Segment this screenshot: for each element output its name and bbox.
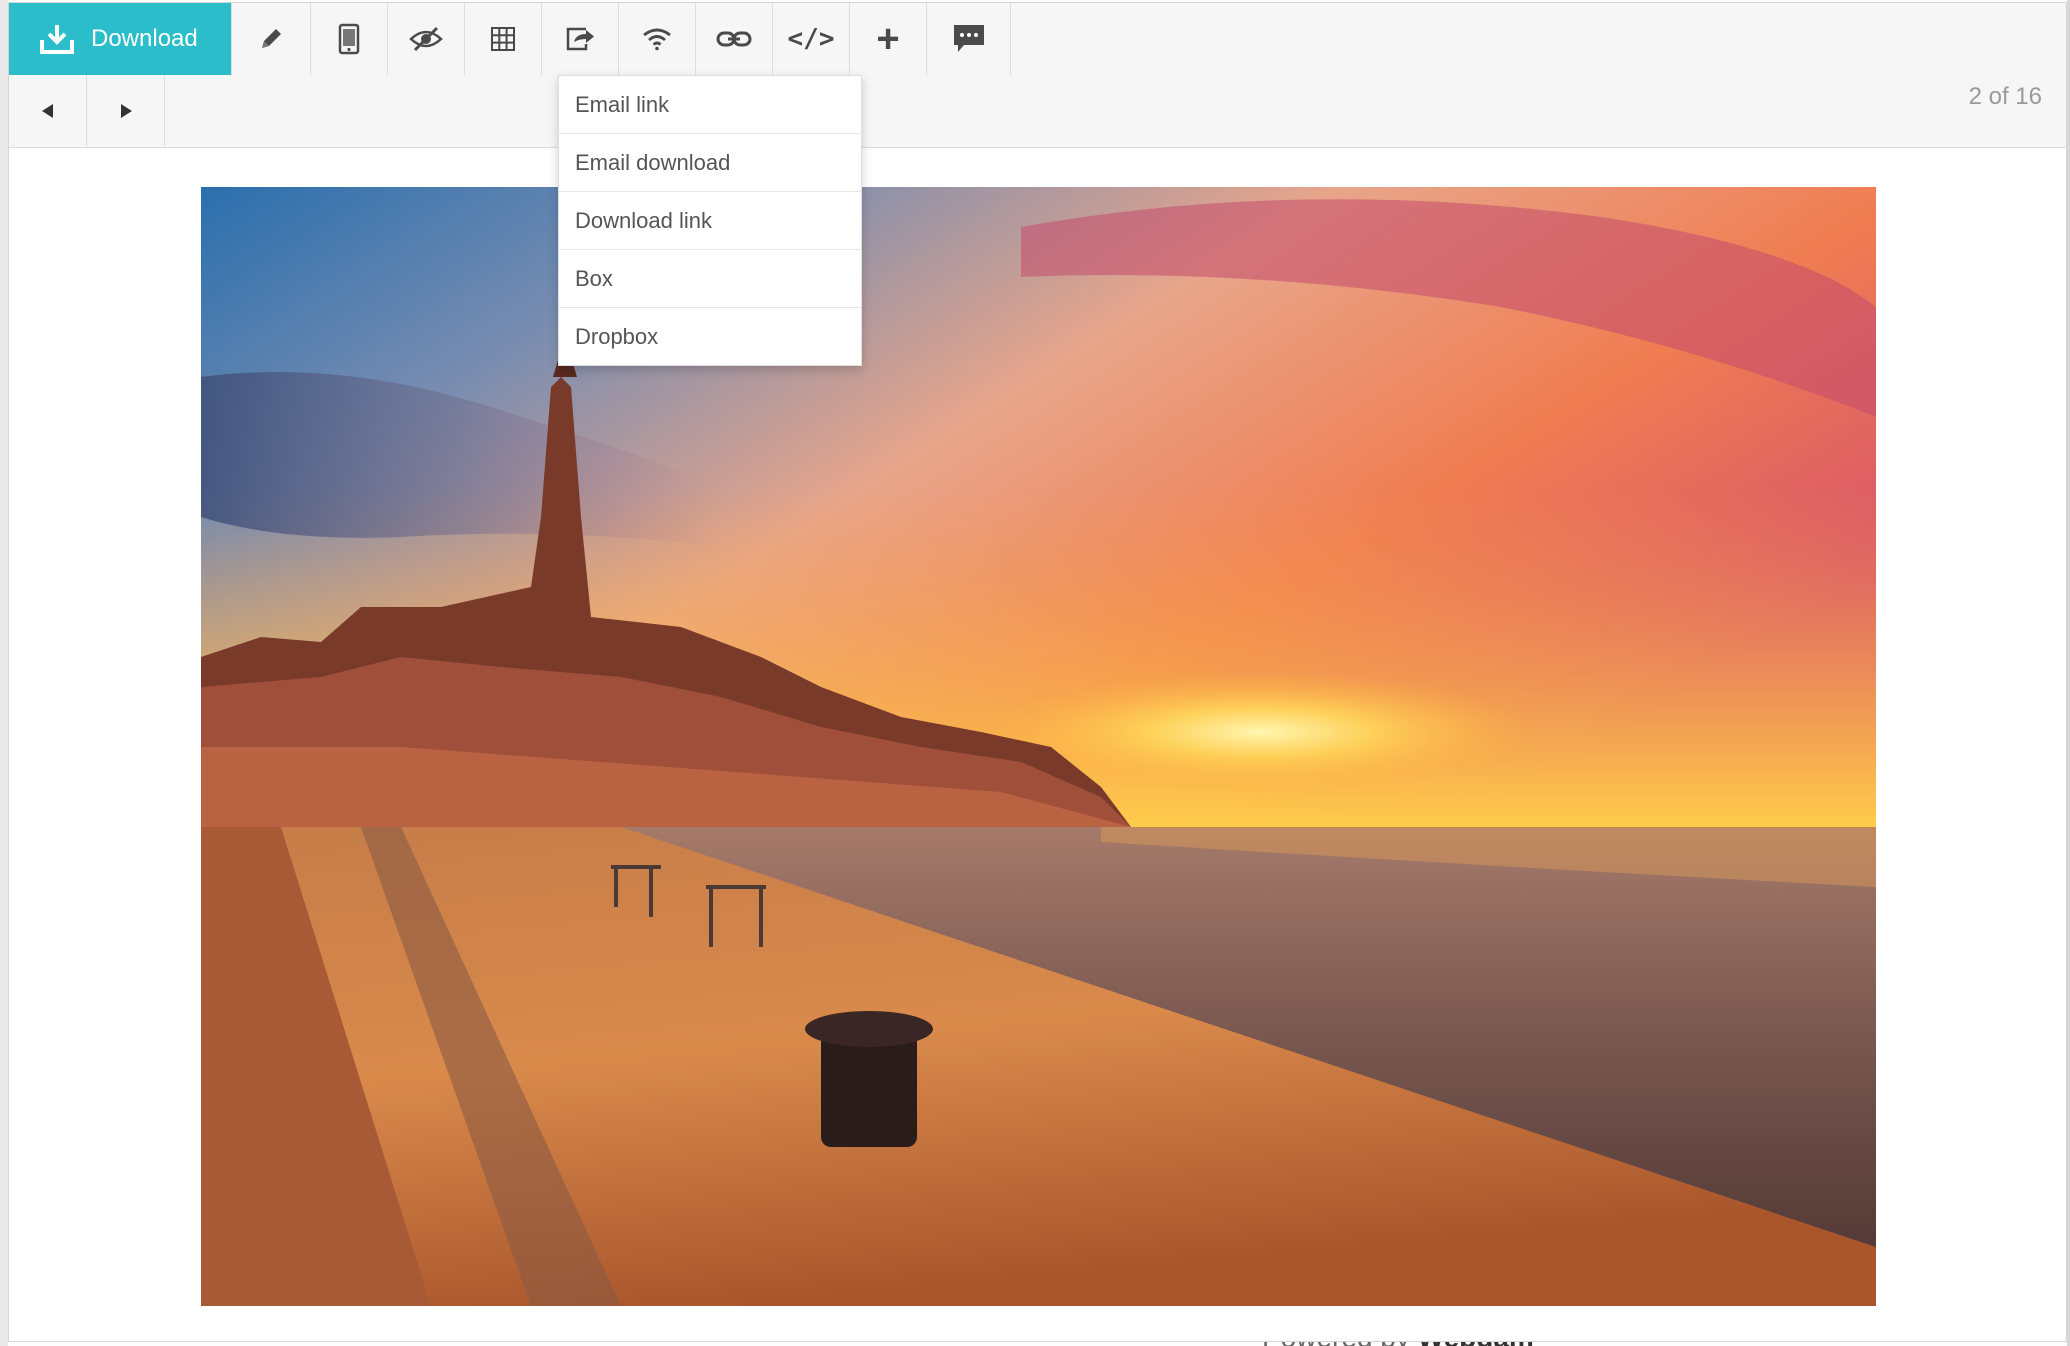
dropbox-option[interactable]: Dropbox [559,308,861,365]
triangle-right-icon [120,104,132,118]
page-counter: 2 of 16 [1968,83,2042,110]
embed-code-button[interactable]: </> [773,3,850,75]
add-button[interactable]: + [850,3,927,75]
navigation-bar [9,75,2066,148]
triangle-left-icon [41,104,53,118]
code-icon: </> [787,24,835,54]
next-asset-button[interactable] [87,75,165,147]
eye-slash-icon [409,26,443,52]
email-link-option[interactable]: Email link [559,76,861,134]
page: Powered by Webdam Download [0,0,2070,1346]
box-option[interactable]: Box [559,250,861,308]
download-icon [40,25,74,54]
phone-icon [338,23,360,55]
wifi-icon [643,28,671,51]
link-icon [716,31,752,47]
download-button[interactable]: Download [9,3,231,75]
hide-button[interactable] [388,3,465,75]
link-button[interactable] [696,3,773,75]
asset-preview-image [201,187,1876,1306]
share-menu: Email link Email download Download link … [558,75,862,366]
share-icon [566,27,594,51]
comments-button[interactable] [927,3,1011,75]
previous-asset-button[interactable] [9,75,87,147]
edit-tool-button[interactable] [231,3,311,75]
email-download-option[interactable]: Email download [559,134,861,192]
share-button[interactable] [542,3,619,75]
mobile-view-button[interactable] [311,3,388,75]
pencil-icon [262,29,281,48]
background-page-edge [0,0,8,1346]
grid-icon [491,27,515,51]
feed-button[interactable] [619,3,696,75]
download-label: Download [91,25,198,52]
comment-icon [953,25,984,52]
plus-icon: + [876,16,900,61]
grid-view-button[interactable] [465,3,542,75]
asset-viewer-modal: Download </> + 2 of 16 Email link Email … [8,2,2067,1342]
download-link-option[interactable]: Download link [559,192,861,250]
toolbar: Download </> + [9,3,2066,76]
